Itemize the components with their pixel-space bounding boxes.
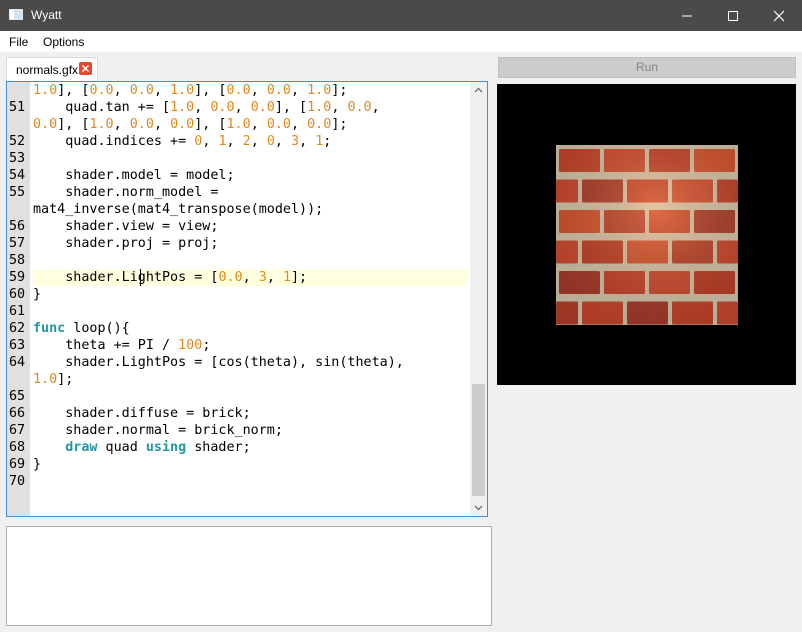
code-text: draw quad using shader;: [65, 440, 251, 455]
render-viewport: [497, 84, 796, 385]
code-text: shader.model = model;: [33, 168, 235, 183]
code-text: shader.diffuse = brick;: [33, 406, 251, 421]
minimize-icon: [682, 15, 692, 16]
code-text: 0.0], [1.0, 0.0, 0.0], [1.0, 0.0, 0.0];: [33, 117, 348, 132]
scroll-down-arrow-icon[interactable]: [474, 503, 483, 512]
code-text: shader.normal = brick_norm;: [33, 423, 283, 438]
line-number: 51: [9, 100, 26, 115]
code-text: mat4_inverse(mat4_transpose(model));: [33, 202, 324, 217]
code-text: }: [33, 287, 42, 302]
line-number: 65: [9, 389, 26, 404]
minimize-button[interactable]: [664, 0, 710, 31]
menu-bar: File Options: [0, 31, 802, 52]
editor-vertical-scrollbar[interactable]: [470, 82, 487, 516]
line-number: 58: [9, 253, 26, 268]
maximize-button[interactable]: [710, 0, 756, 31]
maximize-icon: [728, 10, 738, 21]
code-text: shader.view = view;: [33, 219, 219, 234]
line-number: 64: [9, 355, 26, 370]
code-text: func loop(){: [33, 321, 130, 336]
code-text: quad.tan += [1.0, 0.0, 0.0], [1.0, 0.0,: [33, 100, 380, 115]
tab-close-button[interactable]: [79, 62, 92, 75]
code-text: }: [33, 457, 42, 472]
window-title: Wyatt: [31, 8, 62, 22]
line-number: 57: [9, 236, 26, 251]
output-console[interactable]: [6, 526, 492, 626]
code-editor[interactable]: 1.0], [0.0, 0.0, 1.0], [0.0, 0.0, 1.0]; 5…: [6, 81, 488, 517]
line-number: 59: [9, 270, 26, 285]
app-window-icon: [9, 9, 23, 20]
code-text: shader.LightPos = [cos(theta), sin(theta…: [33, 355, 404, 370]
line-number: 60: [9, 287, 26, 302]
menu-file[interactable]: File: [9, 35, 28, 49]
code-text: quad.indices += 0, 1, 2, 0, 3, 1;: [33, 134, 332, 149]
line-number: 55: [9, 185, 26, 200]
line-number: 69: [9, 457, 26, 472]
code-text: shader.LightPos = [0.0, 3, 1];: [33, 270, 308, 285]
line-number: 63: [9, 338, 26, 353]
menu-options[interactable]: Options: [43, 35, 84, 49]
close-window-button[interactable]: [756, 0, 802, 31]
brick-textured-quad: [556, 145, 738, 325]
line-number: 61: [9, 304, 26, 319]
code-text: 1.0];: [33, 372, 74, 387]
line-number: 56: [9, 219, 26, 234]
code-area[interactable]: 1.0], [0.0, 0.0, 1.0], [0.0, 0.0, 1.0]; 5…: [7, 82, 469, 516]
line-number: 70: [9, 474, 26, 489]
code-text: shader.proj = proj;: [33, 236, 219, 251]
tab-normals-gfx[interactable]: normals.gfx: [6, 57, 98, 81]
close-icon: [81, 64, 90, 73]
line-number: 52: [9, 134, 26, 149]
close-icon: [773, 10, 785, 21]
tab-label: normals.gfx: [16, 63, 79, 77]
code-text: shader.norm_model =: [33, 185, 219, 200]
scroll-up-arrow-icon[interactable]: [474, 86, 483, 95]
line-number: 62: [9, 321, 26, 336]
line-number: 66: [9, 406, 26, 421]
code-text: theta += PI / 100;: [33, 338, 211, 353]
run-button[interactable]: Run: [498, 57, 796, 78]
line-number: 68: [9, 440, 26, 455]
title-bar: Wyatt: [0, 0, 802, 31]
line-number: 54: [9, 168, 26, 183]
code-text: 1.0], [0.0, 0.0, 1.0], [0.0, 0.0, 1.0];: [33, 83, 348, 98]
line-number: 53: [9, 151, 26, 166]
scrollbar-thumb[interactable]: [472, 384, 485, 496]
line-number: 67: [9, 423, 26, 438]
